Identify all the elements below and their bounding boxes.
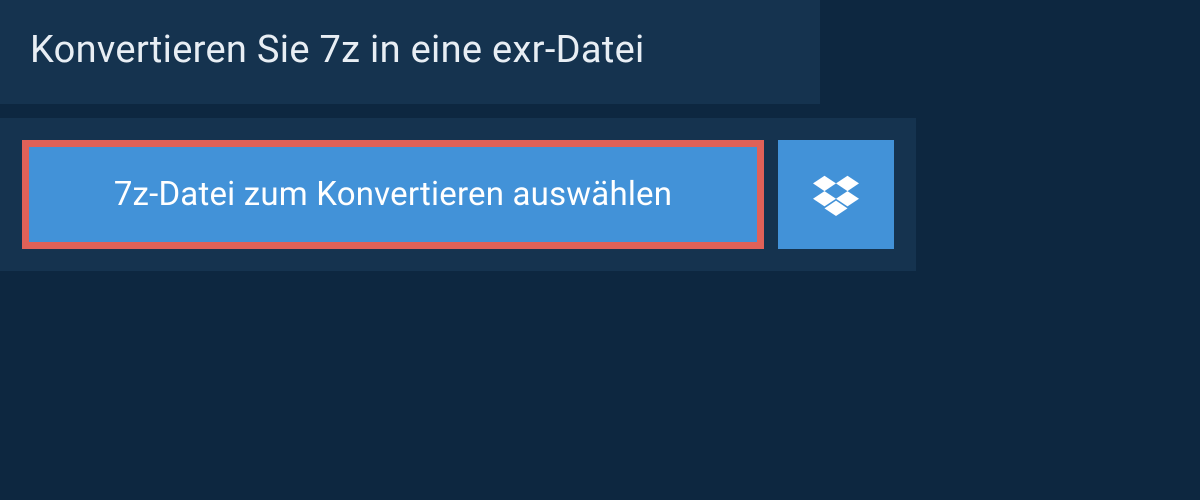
header-section: Konvertieren Sie 7z in eine exr-Datei xyxy=(0,0,820,104)
select-file-label: 7z-Datei zum Konvertieren auswählen xyxy=(114,175,672,214)
dropbox-button[interactable] xyxy=(778,140,894,249)
dropbox-icon xyxy=(813,170,859,220)
upload-panel: 7z-Datei zum Konvertieren auswählen xyxy=(0,118,916,271)
select-file-button[interactable]: 7z-Datei zum Konvertieren auswählen xyxy=(22,140,764,249)
page-title: Konvertieren Sie 7z in eine exr-Datei xyxy=(30,28,790,72)
